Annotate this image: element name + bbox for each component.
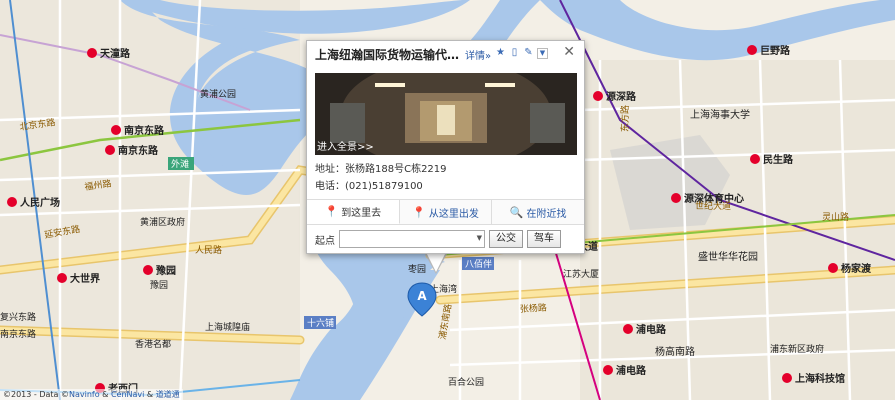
label-hk-plaza: 香港名都 <box>135 338 171 350</box>
label-huangpu-park: 黄浦公园 <box>200 88 236 100</box>
pin-red-icon: 📍 <box>324 205 339 218</box>
tab-go-here[interactable]: 📍 到这里去 <box>307 200 400 224</box>
start-input[interactable]: ▼ <box>339 230 485 248</box>
label-jiangsu-tower: 江苏大厦 <box>563 268 599 280</box>
label-shanghai-maritime: 上海海事大学 <box>690 108 750 121</box>
station-peoples-square[interactable]: 人民广场 <box>20 196 60 209</box>
tab-search-nearby[interactable]: 🔍 在附近找 <box>492 200 584 224</box>
daodaotong-link[interactable]: 道道通 <box>156 390 180 399</box>
marker-label: A <box>417 289 427 303</box>
copyright-sep: & <box>99 390 111 399</box>
tab-start-here-label: 从这里出发 <box>428 208 479 220</box>
cennavi-link[interactable]: CenNavi <box>111 390 144 399</box>
start-point-row: 起点 ▼ 公交 驾车 <box>315 230 561 248</box>
detail-link[interactable]: 详情» <box>465 47 491 62</box>
label-shengshi-garden: 盛世华华花园 <box>698 250 758 263</box>
tab-start-here[interactable]: 📍 从这里出发 <box>400 200 493 224</box>
map-copyright: ©2013 - Data ©Navinfo & CenNavi & 道道通 <box>0 389 183 400</box>
label-lingshan-road: 灵山路 <box>822 211 849 223</box>
station-yuyuan[interactable]: 豫园 <box>156 264 176 277</box>
label-waitan: 外滩 <box>171 158 189 170</box>
label-babaiban: 八佰伴 <box>465 258 492 270</box>
label-yuyuan: 豫园 <box>150 279 168 291</box>
station-minsheng-road[interactable]: 民生路 <box>763 153 794 166</box>
route-tabs: 📍 到这里去 📍 从这里出发 🔍 在附近找 <box>307 199 584 225</box>
label-yanggao-road: 杨高南路 <box>655 345 695 358</box>
label-pudong-gov: 浦东新区政府 <box>770 343 824 355</box>
tab-search-nearby-label: 在附近找 <box>526 208 567 220</box>
edit-icon[interactable]: ✎ <box>523 47 534 59</box>
label-baihe-park: 百合公园 <box>448 376 484 388</box>
station-pudian-road-2[interactable]: 浦电路 <box>616 364 647 377</box>
copyright-text: ©2013 - Data © <box>3 390 69 399</box>
more-dropdown-icon[interactable]: ▼ <box>537 48 548 59</box>
pin-green-icon: 📍 <box>412 205 426 219</box>
label-century-ave: 世纪大道 <box>695 200 731 212</box>
search-icon: 🔍 <box>509 205 524 219</box>
station-nanjing-road-2[interactable]: 南京东路 <box>118 144 159 157</box>
place-details: 地址：张杨路188号C栋2219 电话：(021)51879100 <box>315 161 447 195</box>
label-city-god-temple: 上海城隍庙 <box>205 321 250 333</box>
station-shanghai-keji[interactable]: 上海科技馆 <box>795 372 845 385</box>
phone-icon[interactable]: ▯ <box>509 47 520 59</box>
favorite-star-icon[interactable]: ★ <box>495 47 506 59</box>
address-value: 张杨路188号C栋2219 <box>345 164 447 175</box>
station-dashijie[interactable]: 大世界 <box>70 272 100 285</box>
close-button[interactable]: ✕ <box>563 44 575 60</box>
popup-actions: ★ ▯ ✎ ▼ <box>495 47 548 59</box>
label-bund-huangpu: 黄浦区政府 <box>140 216 185 228</box>
bus-button[interactable]: 公交 <box>489 230 523 248</box>
phone-label: 电话： <box>315 181 345 192</box>
station-jufeng-road[interactable]: 巨野路 <box>760 44 791 57</box>
popup-header: 上海纽瀚国际货物运输代… 详情» ★ ▯ ✎ ▼ ✕ <box>307 41 584 67</box>
panorama-photo[interactable]: 进入全景>> <box>315 73 577 155</box>
label-dongfang-road: 东方路 <box>619 105 631 132</box>
enter-panorama-link[interactable]: 进入全景>> <box>317 138 374 153</box>
station-pudian-road[interactable]: 浦电路 <box>636 323 667 336</box>
tab-go-here-label: 到这里去 <box>341 208 382 219</box>
label-road-sw: 南京东路 <box>0 328 36 340</box>
station-yangjiadu[interactable]: 杨家渡 <box>841 262 872 275</box>
copyright-amp: & <box>144 390 156 399</box>
phone-value: (021)51879100 <box>345 181 423 192</box>
place-info-popup: 上海纽瀚国际货物运输代… 详情» ★ ▯ ✎ ▼ ✕ 进入全景>> 地址：张杨路… <box>306 40 585 254</box>
station-tianton-road[interactable]: 天潼路 <box>100 47 131 60</box>
label-fuxing-road: 复兴东路 <box>0 311 36 323</box>
label-renmin-road: 人民路 <box>195 244 222 256</box>
label-shiliupu: 十六铺 <box>307 317 334 329</box>
address-label: 地址： <box>315 164 345 175</box>
start-label: 起点 <box>315 235 335 247</box>
start-dropdown-icon[interactable]: ▼ <box>477 234 482 242</box>
popup-title: 上海纽瀚国际货物运输代… <box>315 48 460 62</box>
station-yuanshen-road[interactable]: 源深路 <box>606 90 637 103</box>
station-nanjing-road[interactable]: 南京东路 <box>124 124 165 137</box>
navinfo-link[interactable]: Navinfo <box>69 390 100 399</box>
popup-tail <box>426 252 446 272</box>
drive-button[interactable]: 驾车 <box>527 230 561 248</box>
